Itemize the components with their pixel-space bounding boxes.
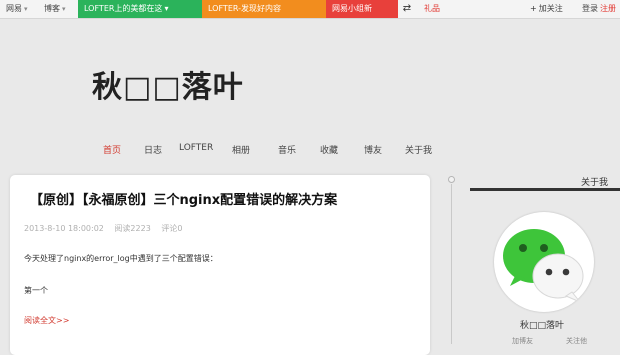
post-title[interactable]: 【原创】【永福原创】三个nginx配置错误的解决方案 — [30, 189, 337, 208]
follow-label: 加关注 — [538, 4, 563, 13]
nav-blog-posts[interactable]: 日志 — [144, 143, 162, 156]
login-link[interactable]: 登录 — [582, 0, 598, 18]
blog-menu[interactable]: 博客 — [44, 0, 66, 18]
nav-home[interactable]: 首页 — [103, 143, 121, 156]
post-excerpt-line2: 第一个 — [24, 286, 48, 295]
plus-icon: + — [530, 4, 537, 13]
nav-about[interactable]: 关于我 — [405, 143, 432, 156]
timeline-line — [451, 184, 452, 344]
post-card: 【原创】【永福原创】三个nginx配置错误的解决方案 2013-8-10 18:… — [10, 175, 430, 355]
blog-navigation: 首页 日志 LOFTER 相册 音乐 收藏 博友 关于我 — [92, 143, 442, 157]
follow-button[interactable]: + 加关注 — [530, 0, 563, 18]
add-friend-link[interactable]: 加博友 — [512, 336, 533, 346]
nav-music[interactable]: 音乐 — [278, 143, 296, 156]
signup-link[interactable]: 注册 — [600, 0, 616, 18]
top-navigation-bar: 网易 博客 LOFTER上的美都在这 LOFTER-发现好内容 网易小组新 ⇄ … — [0, 0, 620, 19]
profile-name[interactable]: 秋□□落叶 — [520, 318, 564, 331]
sidebar-divider — [470, 188, 620, 191]
sidebar-about-heading: 关于我 — [581, 178, 609, 188]
nav-lofter[interactable]: LOFTER — [179, 143, 213, 153]
netease-group-tab[interactable]: 网易小组新 — [326, 0, 398, 18]
post-comment-count[interactable]: 评论0 — [161, 224, 182, 233]
netease-menu[interactable]: 网易 — [6, 0, 28, 18]
lofter-discover-tab[interactable]: LOFTER-发现好内容 — [202, 0, 326, 18]
gift-link[interactable]: 礼品 — [424, 0, 440, 18]
timeline-dot — [448, 176, 455, 183]
nav-album[interactable]: 相册 — [232, 143, 250, 156]
nav-friends[interactable]: 博友 — [364, 143, 382, 156]
post-excerpt: 今天处理了nginx的error_log中遇到了三个配置错误： — [24, 254, 218, 263]
read-more-link[interactable]: 阅读全文>> — [24, 315, 69, 326]
post-read-count: 阅读2223 — [114, 224, 151, 233]
netease-group-label: 网易小组新 — [332, 4, 372, 13]
avatar[interactable] — [494, 212, 594, 312]
lofter-promo-label: LOFTER上的美都在这 — [84, 4, 168, 13]
post-meta: 2013-8-10 18:00:02 阅读2223 评论0 — [24, 223, 190, 234]
lofter-discover-label: LOFTER-发现好内容 — [208, 4, 281, 13]
follow-him-link[interactable]: 关注他 — [566, 336, 587, 346]
wechat-logo-icon — [503, 229, 584, 303]
shuffle-icon[interactable]: ⇄ — [400, 2, 414, 16]
post-date: 2013-8-10 18:00:02 — [24, 224, 104, 233]
lofter-promo-tab[interactable]: LOFTER上的美都在这 — [78, 0, 202, 18]
blog-title[interactable]: 秋□□落叶 — [92, 62, 244, 106]
nav-favorites[interactable]: 收藏 — [320, 143, 338, 156]
